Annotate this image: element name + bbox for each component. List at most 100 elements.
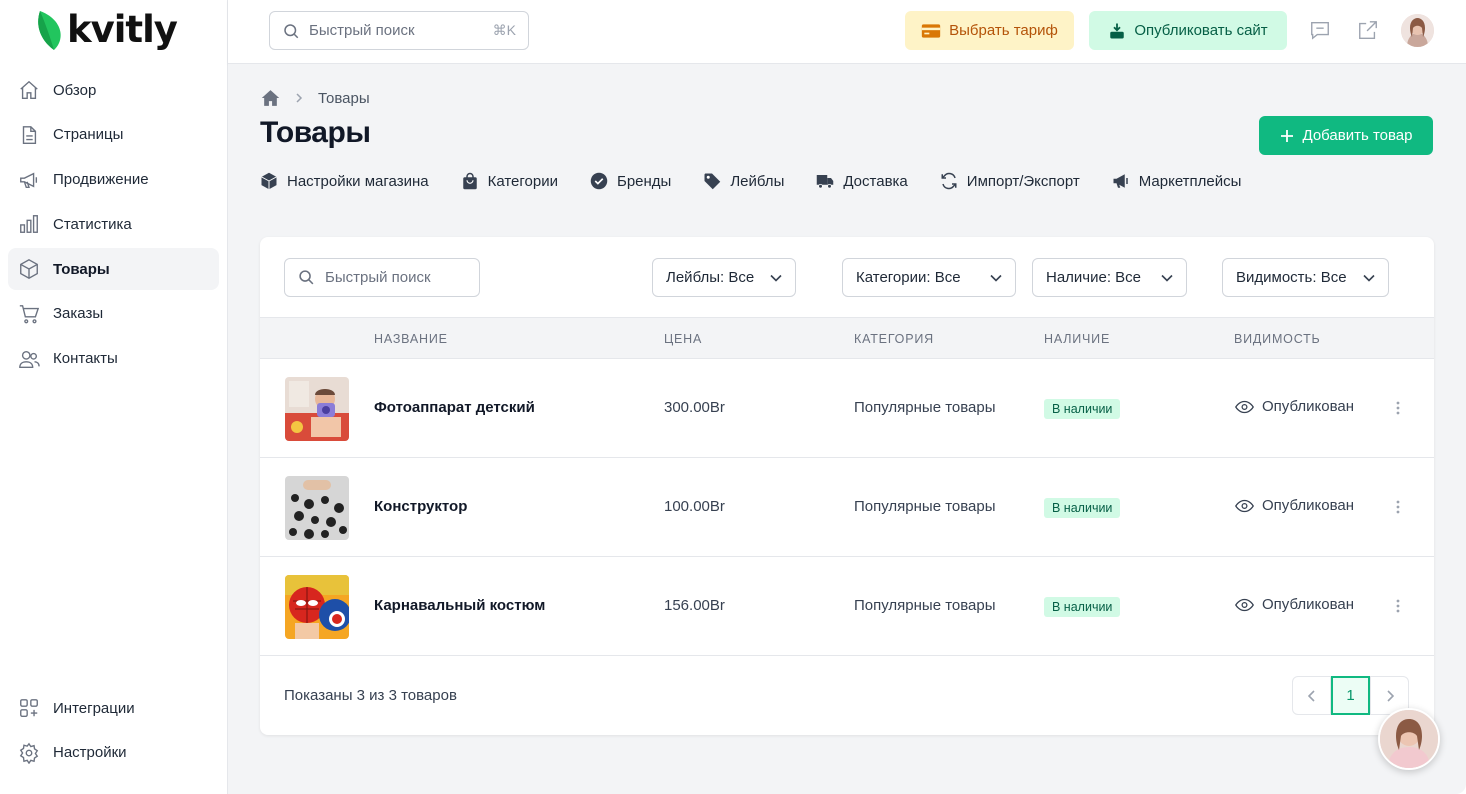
sidebar-item-label: Товары [53,260,110,278]
global-search-input[interactable]: Быстрый поиск ⌘K [269,11,529,50]
add-product-label: Добавить товар [1302,127,1413,144]
product-name[interactable]: Фотоаппарат детский [374,399,535,416]
availability-badge: В наличии [1044,597,1121,617]
visibility-status[interactable]: Опубликован [1235,398,1354,415]
sidebar-item-integrations[interactable]: Интеграции [8,687,219,729]
row-actions-menu-icon[interactable] [1390,496,1406,518]
availability-badge: В наличии [1044,498,1121,518]
cart-icon [18,303,40,325]
row-actions-menu-icon[interactable] [1390,595,1406,617]
eye-icon [1235,499,1254,512]
product-thumbnail[interactable] [285,476,349,540]
chevron-down-icon [1161,274,1173,282]
sidebar-item-promotion[interactable]: Продвижение [8,159,219,201]
page-button-current[interactable]: 1 [1331,676,1370,715]
sidebar-item-label: Интеграции [53,699,135,717]
store-subnav: Настройки магазина Категории Бренды Лейб… [260,170,1273,192]
categories-filter-select[interactable]: Категории: Все [842,258,1016,297]
leaf-logo-icon [38,11,61,50]
product-category: Популярные товары [854,498,996,515]
sidebar-item-label: Контакты [53,350,118,368]
publish-icon [1110,23,1125,38]
sidebar-item-overview[interactable]: Обзор [8,69,219,111]
visibility-filter-value: Видимость: Все [1236,269,1347,286]
visibility-status[interactable]: Опубликован [1235,596,1354,613]
sidebar-item-label: Статистика [53,215,132,233]
refresh-icon [940,172,958,190]
prev-page-button[interactable] [1292,676,1331,715]
truck-icon [816,172,834,190]
column-header-availability[interactable]: НАЛИЧИЕ [1044,332,1110,346]
user-avatar[interactable] [1401,14,1434,47]
product-price: 300.00Br [664,399,725,416]
product-price: 156.00Br [664,597,725,614]
product-search-input[interactable]: Быстрый поиск [284,258,480,297]
column-header-category[interactable]: КАТЕГОРИЯ [854,332,934,346]
logo[interactable]: kvitly [36,8,178,52]
users-icon [18,348,40,370]
breadcrumb-current: Товары [318,89,370,107]
table-row[interactable]: Фотоаппарат детский 300.00Br Популярные … [260,359,1434,458]
sidebar-item-label: Продвижение [53,171,149,189]
chevron-down-icon [770,274,782,282]
add-product-button[interactable]: Добавить товар [1259,116,1433,155]
availability-filter-select[interactable]: Наличие: Все [1032,258,1187,297]
sidebar-item-label: Заказы [53,305,104,323]
visibility-filter-select[interactable]: Видимость: Все [1222,258,1389,297]
search-icon [284,23,299,38]
home-icon [18,79,40,101]
product-name[interactable]: Карнавальный костюм [374,597,545,614]
sidebar-item-label: Страницы [53,126,124,144]
product-thumbnail[interactable] [285,575,349,639]
row-actions-menu-icon[interactable] [1390,397,1406,419]
subnav-label: Бренды [616,172,672,190]
table-row[interactable]: Карнавальный костюм 156.00Br Популярные … [260,557,1434,656]
sidebar-item-contacts[interactable]: Контакты [8,338,219,380]
product-thumbnail[interactable] [285,377,349,441]
document-icon [18,124,40,146]
publish-site-button[interactable]: Опубликовать сайт [1089,11,1287,50]
subnav-label: Категории [487,172,558,190]
external-link-icon[interactable] [1357,19,1379,41]
support-chat-avatar[interactable] [1378,708,1440,770]
subnav-import-export[interactable]: Импорт/Экспорт [940,172,1080,190]
subnav-delivery[interactable]: Доставка [816,172,908,190]
product-category: Популярные товары [854,597,996,614]
subnav-label: Лейблы [730,172,785,190]
subnav-marketplaces[interactable]: Маркетплейсы [1112,172,1241,190]
column-header-visibility[interactable]: ВИДИМОСТЬ [1234,332,1321,346]
column-header-price[interactable]: ЦЕНА [664,332,702,346]
column-header-name[interactable]: НАЗВАНИЕ [374,332,448,346]
product-search-placeholder: Быстрый поиск [325,269,431,286]
availability-filter-value: Наличие: Все [1046,269,1142,286]
sidebar-item-orders[interactable]: Заказы [8,293,219,335]
sidebar-item-label: Настройки [53,744,127,762]
table-row[interactable]: Конструктор 100.00Br Популярные товары В… [260,458,1434,557]
product-name[interactable]: Конструктор [374,498,467,515]
choose-tariff-button[interactable]: Выбрать тариф [905,11,1074,50]
table-header: НАЗВАНИЕ ЦЕНА КАТЕГОРИЯ НАЛИЧИЕ ВИДИМОСТ… [260,317,1434,359]
chat-icon[interactable] [1309,19,1331,41]
home-icon[interactable] [261,89,280,107]
visibility-status[interactable]: Опубликован [1235,497,1354,514]
results-summary: Показаны 3 из 3 товаров [284,687,457,704]
subnav-labels[interactable]: Лейблы [703,172,784,190]
cube-icon [18,258,40,280]
chevron-right-icon [1386,689,1394,702]
logo-text: kvitly [67,8,178,51]
subnav-categories[interactable]: Категории [461,172,558,190]
cube-icon [260,172,278,190]
sidebar-item-products[interactable]: Товары [8,248,219,291]
chevron-down-icon [1363,274,1375,282]
subnav-store-settings[interactable]: Настройки магазина [260,172,429,190]
sidebar-item-settings[interactable]: Настройки [8,732,219,774]
product-category: Популярные товары [854,399,996,416]
sidebar-item-statistics[interactable]: Статистика [8,203,219,245]
subnav-brands[interactable]: Бренды [590,172,671,190]
subnav-label: Импорт/Экспорт [966,172,1080,190]
labels-filter-select[interactable]: Лейблы: Все [652,258,796,297]
chevron-left-icon [1307,689,1315,702]
sidebar-nav: Обзор Страницы Продвижение Статистика То… [8,69,219,383]
sidebar-item-pages[interactable]: Страницы [8,114,219,156]
publish-site-label: Опубликовать сайт [1134,22,1268,39]
